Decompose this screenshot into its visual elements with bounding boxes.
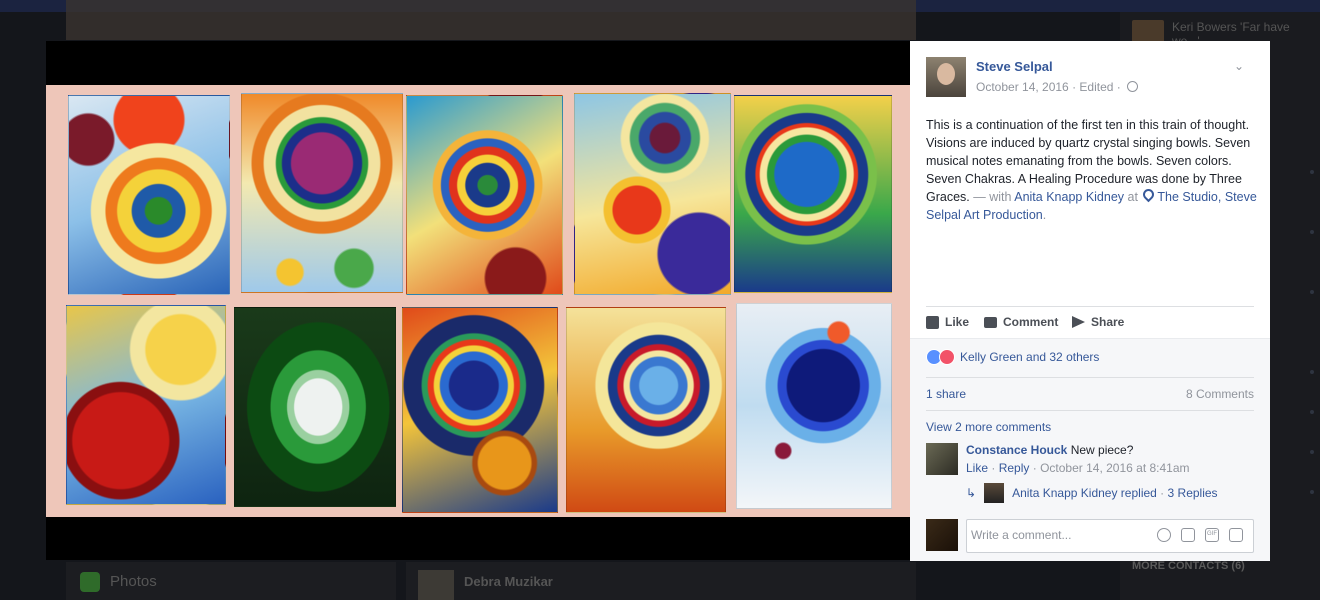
painting	[734, 95, 892, 293]
like-label: Like	[945, 315, 970, 329]
link-separator: ·	[1032, 461, 1041, 475]
divider	[926, 410, 1254, 411]
author-avatar[interactable]	[926, 57, 966, 97]
chevron-down-icon[interactable]: ⌄	[1234, 59, 1244, 73]
sticker-icon[interactable]	[1229, 528, 1243, 542]
gif-icon[interactable]: GIF	[1205, 528, 1219, 542]
comments-count[interactable]: 8 Comments	[1186, 387, 1254, 401]
meta-separator: ·	[1116, 80, 1125, 94]
current-user-avatar	[926, 519, 958, 551]
emoji-icon[interactable]	[1157, 528, 1171, 542]
replies-summary[interactable]: ↳ Anita Knapp Kidney replied · 3 Replies	[966, 483, 1218, 503]
share-icon	[1072, 316, 1085, 328]
photos-icon	[80, 572, 100, 592]
online-dot	[1310, 230, 1314, 234]
person-avatar	[418, 570, 454, 600]
online-dot	[1310, 490, 1314, 494]
comment-label: Comment	[1003, 315, 1059, 329]
author-name[interactable]: Steve Selpal	[976, 59, 1053, 74]
reactions-text[interactable]: Kelly Green and 32 others	[960, 350, 1099, 364]
view-more-comments-link[interactable]: View 2 more comments	[926, 420, 1051, 434]
online-dot	[1310, 450, 1314, 454]
reactions-summary[interactable]: Kelly Green and 32 others	[926, 349, 1099, 365]
online-dot	[1310, 170, 1314, 174]
reply-arrow-icon: ↳	[966, 486, 977, 500]
online-dot	[1310, 370, 1314, 374]
post-date[interactable]: October 14, 2016	[976, 80, 1069, 94]
comment-input[interactable]	[967, 520, 1155, 550]
comment-timestamp[interactable]: October 14, 2016 at 8:41am	[1040, 461, 1189, 475]
background-feed-strip	[66, 0, 916, 40]
comment-icon	[984, 316, 997, 328]
painting	[736, 303, 892, 509]
photos-label: Photos	[110, 573, 157, 590]
commenter-avatar[interactable]	[926, 443, 958, 475]
comment-like-link[interactable]: Like	[966, 461, 988, 475]
comment-composer: GIF	[966, 519, 1254, 553]
painting	[241, 93, 403, 293]
painting	[234, 307, 396, 507]
comment-button[interactable]: Comment	[984, 315, 1058, 329]
link-separator: ·	[991, 461, 999, 475]
post-panel: Steve Selpal October 14, 2016 · Edited ·…	[910, 41, 1270, 561]
online-dot	[1310, 410, 1314, 414]
like-icon	[926, 315, 939, 329]
period: .	[1042, 208, 1047, 222]
share-label: Share	[1091, 315, 1125, 329]
painting	[566, 307, 726, 513]
painting	[66, 305, 226, 505]
painting	[574, 93, 731, 295]
post-meta: October 14, 2016 · Edited ·	[976, 80, 1139, 94]
replier-avatar	[984, 483, 1005, 503]
painting	[406, 95, 563, 295]
shares-link[interactable]: 1 share	[926, 387, 966, 401]
painting	[402, 307, 558, 513]
replies-count[interactable]: 3 Replies	[1168, 486, 1218, 500]
post-body: This is a continuation of the first ten …	[926, 116, 1258, 224]
reply-separator: ·	[1156, 486, 1168, 500]
background-person-card: Debra Muzikar	[406, 562, 916, 600]
action-bar: Like Comment Share	[926, 306, 1254, 339]
comment-body: Constance Houck New piece?	[966, 443, 1256, 457]
online-dot	[1310, 290, 1314, 294]
with-prefix: — with	[969, 190, 1015, 204]
at-word: at	[1124, 190, 1142, 204]
divider	[926, 377, 1254, 378]
painting	[68, 95, 230, 295]
love-reaction-icon	[939, 349, 955, 365]
person-name: Debra Muzikar	[464, 574, 553, 589]
comment-reply-link[interactable]: Reply	[999, 461, 1030, 475]
tagged-person-link[interactable]: Anita Knapp Kidney	[1014, 190, 1124, 204]
like-button[interactable]: Like	[926, 315, 969, 329]
share-button[interactable]: Share	[1072, 315, 1124, 329]
paintings-photo	[46, 85, 910, 517]
comment-text: New piece?	[1070, 443, 1134, 457]
camera-icon[interactable]	[1181, 528, 1195, 542]
photo-viewer[interactable]	[46, 41, 910, 560]
reply-summary-text[interactable]: Anita Knapp Kidney replied	[1012, 486, 1157, 500]
comment-actions: Like · Reply · October 14, 2016 at 8:41a…	[966, 461, 1190, 475]
photos-section: Photos	[66, 562, 396, 600]
feedback-section: Kelly Green and 32 others 1 share 8 Comm…	[910, 338, 1270, 561]
more-contacts-heading: MORE CONTACTS (6)	[1132, 560, 1245, 572]
edited-label[interactable]: Edited	[1079, 80, 1113, 94]
commenter-name[interactable]: Constance Houck	[966, 443, 1067, 457]
globe-icon[interactable]	[1127, 81, 1139, 92]
pin-icon	[1141, 186, 1157, 203]
